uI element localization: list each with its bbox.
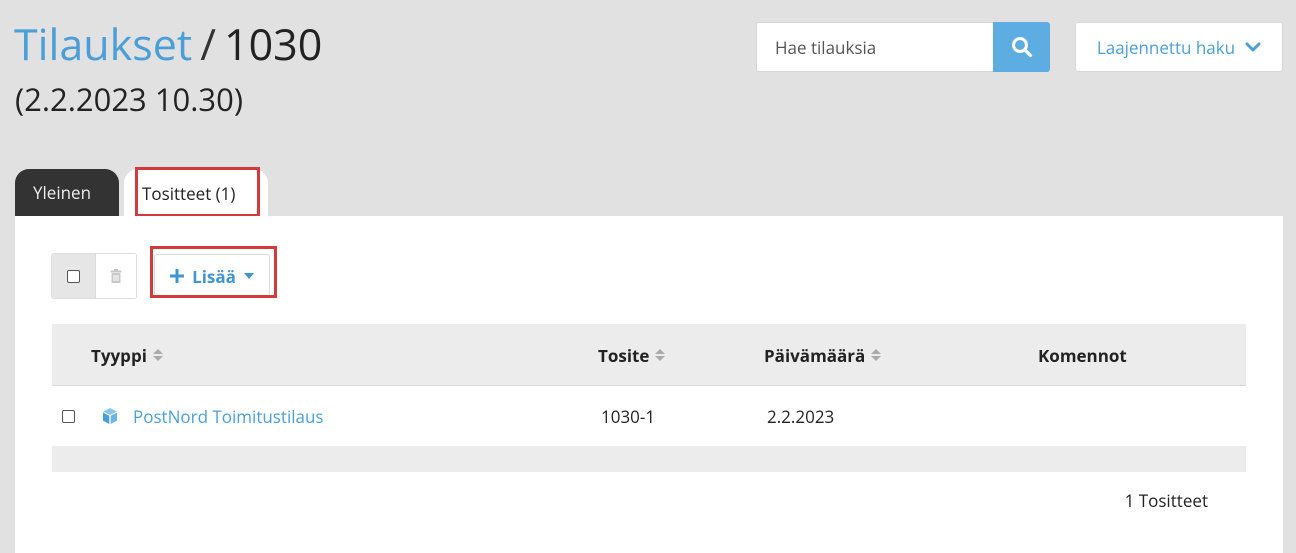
column-header-label: Komennot	[1038, 343, 1127, 367]
search-icon	[1011, 37, 1032, 58]
column-header-commands: Komennot	[1038, 324, 1127, 386]
advanced-search-label: Laajennettu haku	[1096, 35, 1236, 59]
page-title: Tilaukset/1030	[14, 16, 322, 72]
document-count: 1 Tositteet	[1124, 489, 1208, 512]
checkbox-box	[62, 409, 75, 423]
search-input[interactable]	[756, 22, 993, 72]
row-select-checkbox[interactable]	[62, 386, 75, 446]
chevron-down-icon	[1245, 42, 1261, 52]
select-all-checkbox[interactable]	[52, 254, 97, 298]
trash-icon	[110, 269, 122, 283]
table-footer-bar	[52, 446, 1246, 472]
search-bar	[756, 22, 1050, 72]
table-header: Tyyppi Tosite Päivämäärä Komennot	[52, 324, 1246, 386]
advanced-search-button[interactable]: Laajennettu haku	[1075, 22, 1283, 72]
column-header-document[interactable]: Tosite	[598, 324, 666, 386]
document-type-link[interactable]: PostNord Toimitustilaus	[133, 405, 324, 428]
column-header-label: Päivämäärä	[764, 343, 866, 367]
row-date-cell: 2.2.2023	[767, 404, 835, 428]
add-button-label: Lisää	[192, 264, 236, 288]
order-date: (2.2.2023 10.30)	[15, 79, 244, 121]
tab-general[interactable]: Yleinen	[15, 169, 119, 216]
column-header-date[interactable]: Päivämäärä	[764, 324, 882, 386]
column-header-type[interactable]: Tyyppi	[91, 324, 163, 386]
sort-icon	[871, 349, 882, 361]
delete-button[interactable]	[96, 254, 136, 298]
documents-panel: Lisää Tyyppi Tosite Päivämäärä Komennot	[15, 216, 1283, 553]
table-row: PostNord Toimitustilaus 1030-1 2.2.2023	[52, 386, 1246, 446]
row-type-cell: PostNord Toimitustilaus	[101, 386, 324, 446]
sort-icon	[655, 349, 666, 361]
column-header-label: Tyyppi	[91, 343, 147, 367]
sort-icon	[152, 349, 163, 361]
column-header-label: Tosite	[598, 343, 650, 367]
package-icon	[103, 408, 117, 424]
caret-down-icon	[243, 273, 254, 279]
search-button[interactable]	[993, 22, 1050, 72]
bulk-actions-group	[51, 253, 137, 299]
plus-icon	[170, 269, 185, 283]
breadcrumb-orders-link[interactable]: Tilaukset	[14, 14, 192, 73]
add-document-button[interactable]: Lisää	[154, 254, 270, 298]
row-document-cell: 1030-1	[601, 404, 656, 428]
tab-documents[interactable]: Tositteet (1)	[124, 169, 268, 217]
breadcrumb-separator: /	[200, 14, 216, 73]
checkbox-box	[67, 269, 81, 283]
order-number: 1030	[224, 14, 323, 73]
